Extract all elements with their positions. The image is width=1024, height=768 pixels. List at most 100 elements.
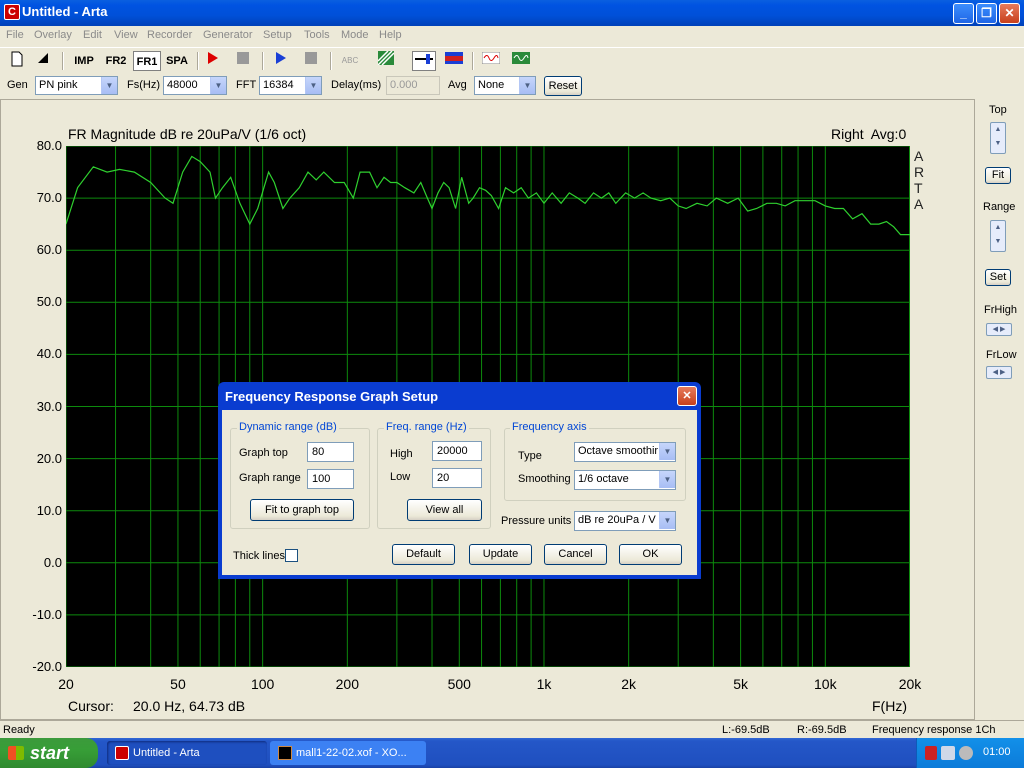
view-all-button[interactable]: View all <box>407 499 482 521</box>
dialog-close-button[interactable]: ✕ <box>677 386 697 406</box>
status-right-level: R:-69.5dB <box>797 724 847 736</box>
menu-setup[interactable]: Setup <box>263 29 292 41</box>
y-tick-label: 70.0 <box>36 190 62 206</box>
slider-icon[interactable] <box>412 51 436 71</box>
ok-button[interactable]: OK <box>619 544 682 565</box>
fit-button[interactable]: Fit <box>985 167 1011 184</box>
smoothing-select[interactable]: 1/6 octave ▼ <box>574 470 676 490</box>
menu-file[interactable]: File <box>6 29 24 41</box>
close-button[interactable]: ✕ <box>999 3 1020 24</box>
dialog-body: Dynamic range (dB) Graph top 80 Graph ra… <box>222 410 697 575</box>
x-tick-label: 100 <box>250 676 275 692</box>
fr2-button[interactable]: FR2 <box>102 51 130 71</box>
hatch-icon[interactable] <box>376 50 396 71</box>
chevron-down-icon: ▼ <box>210 77 226 94</box>
avg-select[interactable]: None ▼ <box>474 76 536 95</box>
frhigh-spinner[interactable]: ◀ ▶ <box>986 323 1012 336</box>
fr1-button[interactable]: FR1 <box>133 51 161 71</box>
chevron-down-icon: ▼ <box>519 77 535 94</box>
taskbar-item-arta[interactable]: Untitled - Arta <box>107 741 267 765</box>
graph-title: FR Magnitude dB re 20uPa/V (1/6 oct) <box>68 126 307 142</box>
delay-field[interactable]: 0.000 <box>386 76 440 95</box>
type-select[interactable]: Octave smoothir ▼ <box>574 442 676 462</box>
channel-label: Right Avg:0 <box>831 126 907 142</box>
arta-logo: A R T A <box>914 148 925 212</box>
dynamic-range-group-title: Dynamic range (dB) <box>237 421 339 433</box>
pressure-units-select[interactable]: dB re 20uPa / V ▼ <box>574 511 676 531</box>
imp-button[interactable]: IMP <box>70 51 98 71</box>
chevron-down-icon: ▼ <box>659 471 675 488</box>
x-tick-label: 1k <box>536 676 552 692</box>
restore-button[interactable]: ❐ <box>976 3 997 24</box>
app-icon[interactable]: C <box>4 4 20 20</box>
menu-mode[interactable]: Mode <box>341 29 369 41</box>
spectrum-icon[interactable] <box>444 51 464 71</box>
menu-tools[interactable]: Tools <box>304 29 330 41</box>
record-stop-icon[interactable] <box>234 51 252 71</box>
thick-lines-label: Thick lines <box>233 550 285 562</box>
menu-edit[interactable]: Edit <box>83 29 102 41</box>
right-panel: Top ▲ ▼ Fit Range ▲ ▼ Set FrHigh ◀ ▶ FrLow… <box>976 99 1024 720</box>
thick-lines-checkbox[interactable] <box>285 549 298 562</box>
chevron-down-icon: ▼ <box>659 512 675 529</box>
fit-to-graph-top-button[interactable]: Fit to graph top <box>250 499 354 521</box>
menu-generator[interactable]: Generator <box>203 29 253 41</box>
wave-icon[interactable] <box>480 51 502 71</box>
y-tick-label: 10.0 <box>36 502 62 518</box>
record-play-icon[interactable] <box>204 51 222 71</box>
pointer-icon[interactable] <box>34 51 52 71</box>
y-tick-label: 40.0 <box>36 346 62 362</box>
range-spinner[interactable]: ▲ ▼ <box>990 220 1006 252</box>
menu-help[interactable]: Help <box>379 29 402 41</box>
default-button[interactable]: Default <box>392 544 455 565</box>
x-tick-label: 20 <box>58 676 74 692</box>
minimize-button[interactable]: _ <box>953 3 974 24</box>
menu-view[interactable]: View <box>114 29 138 41</box>
start-button[interactable]: start <box>0 738 98 768</box>
spa-button[interactable]: SPA <box>163 51 191 71</box>
y-tick-label: -10.0 <box>32 606 62 622</box>
y-tick-label: 30.0 <box>36 398 62 414</box>
arta-icon <box>115 746 129 760</box>
fs-label: Fs(Hz) <box>127 79 160 91</box>
gen-select[interactable]: PN pink ▼ <box>35 76 118 95</box>
fft-select[interactable]: 16384 ▼ <box>259 76 322 95</box>
scope-icon[interactable] <box>510 51 532 71</box>
type-label: Type <box>518 450 542 462</box>
abc-icon[interactable]: ABC <box>338 51 362 71</box>
taskbar-item-xof[interactable]: mall1-22-02.xof - XO... <box>270 741 426 765</box>
x-tick-label: 20k <box>898 676 922 692</box>
reset-button[interactable]: Reset <box>544 76 582 96</box>
network-icon[interactable] <box>941 746 955 760</box>
stop-icon[interactable] <box>302 51 320 71</box>
shield-icon[interactable] <box>925 746 937 760</box>
title-bar: C Untitled - Arta _ ❐ ✕ <box>0 0 1024 26</box>
y-tick-label: 80.0 <box>36 138 62 153</box>
speaker-icon[interactable] <box>959 746 973 760</box>
range-label: Range <box>983 201 1016 213</box>
low-freq-input[interactable]: 20 <box>432 468 482 488</box>
menu-recorder[interactable]: Recorder <box>147 29 192 41</box>
y-tick-label: 50.0 <box>36 294 62 310</box>
frequency-axis-group-title: Frequency axis <box>510 421 589 433</box>
x-tick-label: 2k <box>621 676 637 692</box>
chevron-down-icon: ▼ <box>305 77 321 94</box>
high-freq-input[interactable]: 20000 <box>432 441 482 461</box>
status-mode: Frequency response 1Ch <box>872 724 996 736</box>
menu-overlay[interactable]: Overlay <box>34 29 72 41</box>
graph-top-input[interactable]: 80 <box>307 442 354 462</box>
low-label: Low <box>390 471 411 483</box>
graph-range-input[interactable]: 100 <box>307 469 354 489</box>
set-button[interactable]: Set <box>985 269 1011 286</box>
windows-logo-icon <box>8 746 24 760</box>
xo-icon <box>278 746 292 760</box>
cancel-button[interactable]: Cancel <box>544 544 607 565</box>
new-file-icon[interactable] <box>8 51 26 71</box>
status-left-level: L:-69.5dB <box>722 724 770 736</box>
top-spinner[interactable]: ▲ ▼ <box>990 122 1006 154</box>
update-button[interactable]: Update <box>469 544 532 565</box>
menu-bar: File Overlay Edit View Recorder Generato… <box>0 26 1024 46</box>
fs-select[interactable]: 48000 ▼ <box>163 76 227 95</box>
frlow-spinner[interactable]: ◀ ▶ <box>986 366 1012 379</box>
play-icon[interactable] <box>272 51 290 71</box>
